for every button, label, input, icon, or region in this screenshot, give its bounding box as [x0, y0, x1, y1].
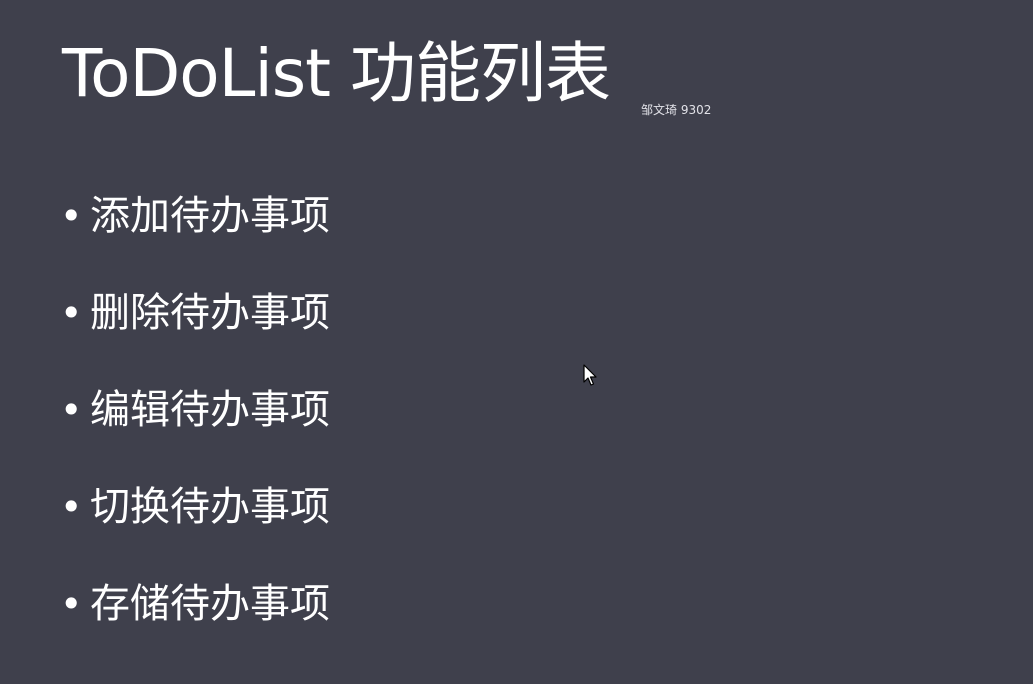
list-item-label: 添加待办事项: [90, 193, 330, 239]
bullet-icon: •: [60, 291, 83, 335]
list-item: • 添加待办事项: [60, 190, 330, 287]
bullet-icon: •: [60, 485, 83, 529]
list-item: • 存储待办事项: [60, 578, 330, 675]
list-item: • 切换待办事项: [60, 481, 330, 578]
feature-list: • 添加待办事项 • 删除待办事项 • 编辑待办事项 • 切换待办事项 • 存储…: [60, 190, 330, 675]
list-item-label: 删除待办事项: [90, 290, 330, 336]
list-item-label: 编辑待办事项: [90, 387, 330, 433]
slide-title: ToDoList 功能列表: [62, 35, 611, 112]
list-item-label: 存储待办事项: [90, 581, 330, 627]
bullet-icon: •: [60, 194, 83, 238]
presentation-slide: ToDoList 功能列表 邹文琦 9302 • 添加待办事项 • 删除待办事项…: [0, 0, 1033, 684]
list-item: • 删除待办事项: [60, 287, 330, 384]
bullet-icon: •: [60, 582, 83, 626]
arrow-cursor-icon: [583, 364, 597, 386]
bullet-icon: •: [60, 388, 83, 432]
list-item-label: 切换待办事项: [90, 484, 330, 530]
list-item: • 编辑待办事项: [60, 384, 330, 481]
watermark-text: 邹文琦 9302: [641, 103, 712, 117]
